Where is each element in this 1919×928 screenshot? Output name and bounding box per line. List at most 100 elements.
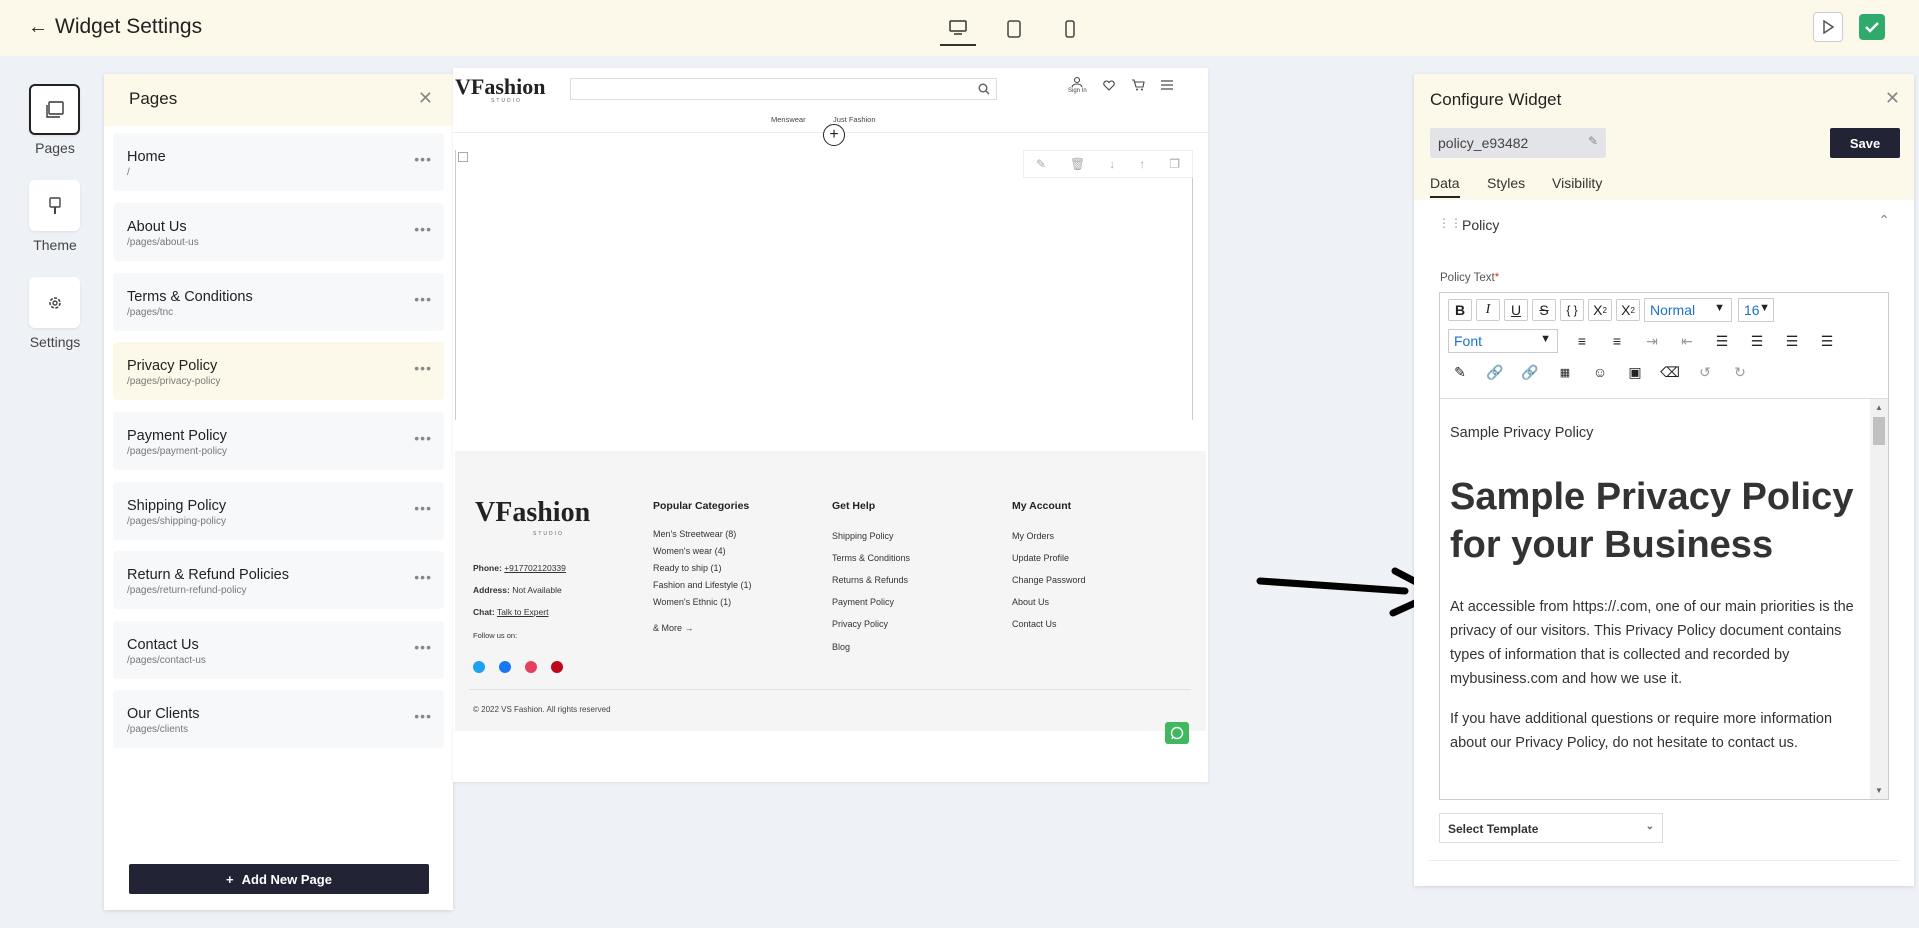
embed-icon[interactable]: ▦ [1553,361,1577,383]
preview-widget-frame[interactable] [455,150,1193,420]
preview-nav-just-fashion[interactable]: Just Fashion [833,115,876,124]
footer-link[interactable]: Returns & Refunds [832,575,908,585]
footer-link[interactable]: Ready to ship (1) [653,563,722,573]
preview-nav-menswear[interactable]: Menswear [771,115,806,124]
image-icon[interactable]: ▣ [1623,361,1647,383]
page-item-contact-us[interactable]: Contact Us /pages/contact-us ••• [113,621,444,679]
ordered-list-icon[interactable]: ≡ [1605,330,1629,352]
footer-link[interactable]: Payment Policy [832,597,894,607]
link-icon[interactable]: 🔗 [1483,361,1507,383]
pinterest-icon[interactable] [551,661,563,673]
code-icon[interactable]: { } [1560,299,1584,321]
close-icon[interactable]: ✕ [1885,88,1900,109]
heading-select[interactable]: Normal ▼ [1644,298,1732,322]
instagram-icon[interactable] [525,661,537,673]
footer-link[interactable]: Women's wear (4) [653,546,726,556]
duplicate-icon[interactable]: ❐ [1169,157,1180,171]
editor-scrollbar[interactable]: ▲ ▼ [1870,399,1888,799]
footer-link[interactable]: Contact Us [1012,619,1057,629]
more-options-icon[interactable]: ••• [414,639,432,655]
twitter-icon[interactable] [473,661,485,673]
move-up-icon[interactable]: ↑ [1139,157,1145,171]
eraser-icon[interactable]: ⌫ [1658,361,1682,383]
save-button[interactable]: Save [1830,128,1900,158]
footer-link[interactable]: Terms & Conditions [832,553,910,563]
footer-logo[interactable]: VFashion [475,497,590,529]
rail-pages-button[interactable] [29,84,80,135]
subscript-icon[interactable]: X2 [1616,299,1640,321]
page-item-about-us[interactable]: About Us /pages/about-us ••• [113,203,444,261]
tablet-view-button[interactable] [996,12,1032,46]
whatsapp-button[interactable] [1165,722,1189,744]
tab-data[interactable]: Data [1430,175,1460,198]
page-item-return-refund[interactable]: Return & Refund Policies /pages/return-r… [113,551,444,609]
drag-handle-icon[interactable]: ⋮⋮ [1438,216,1462,230]
close-icon[interactable]: ✕ [418,88,433,109]
footer-link[interactable]: Women's Ethnic (1) [653,597,731,607]
menu-icon[interactable] [1160,80,1173,90]
unlink-icon[interactable]: 🔗 [1518,361,1542,383]
indent-icon[interactable]: ⇥ [1640,330,1664,352]
move-down-icon[interactable]: ↓ [1109,157,1115,171]
facebook-icon[interactable] [499,661,511,673]
footer-link[interactable]: Men's Streetwear (8) [653,529,736,539]
footer-link[interactable]: Change Password [1012,575,1086,585]
widget-name-field[interactable]: policy_e93482 ✎ [1430,128,1606,158]
footer-link[interactable]: Privacy Policy [832,619,888,629]
desktop-view-button[interactable] [940,12,976,46]
page-item-our-clients[interactable]: Our Clients /pages/clients ••• [113,690,444,748]
footer-link[interactable]: Fashion and Lifestyle (1) [653,580,752,590]
more-options-icon[interactable]: ••• [414,221,432,237]
page-item-privacy-policy[interactable]: Privacy Policy /pages/privacy-policy ••• [113,342,444,400]
more-options-icon[interactable]: ••• [414,291,432,307]
strikethrough-icon[interactable]: S [1532,299,1556,321]
add-widget-plus-icon[interactable]: + [823,124,845,146]
add-new-page-button[interactable]: + Add New Page [129,864,429,894]
scroll-up-icon[interactable]: ▲ [1875,403,1883,412]
more-options-icon[interactable]: ••• [414,360,432,376]
policy-section-title[interactable]: Policy [1462,217,1499,233]
chat-link[interactable]: Talk to Expert [497,607,549,617]
align-left-icon[interactable]: ☰ [1710,330,1734,352]
align-justify-icon[interactable]: ☰ [1815,330,1839,352]
scrollbar-thumb[interactable] [1873,417,1885,445]
align-right-icon[interactable]: ☰ [1780,330,1804,352]
back-arrow-icon[interactable]: ← [28,16,48,39]
select-template-dropdown[interactable]: Select Template ⌄ [1439,813,1663,843]
underline-icon[interactable]: U [1504,299,1528,321]
color-picker-icon[interactable]: ✎ [1448,361,1472,383]
more-options-icon[interactable]: ••• [414,500,432,516]
font-size-select[interactable]: 16 ▼ [1738,298,1774,322]
preview-search-input[interactable] [570,78,997,100]
italic-icon[interactable]: I [1476,299,1500,321]
chevron-up-icon[interactable]: ⌃ [1878,212,1890,229]
footer-link[interactable]: Update Profile [1012,553,1069,563]
pencil-icon[interactable]: ✎ [1588,134,1598,148]
delete-icon[interactable]: 🗑 [1070,157,1085,171]
page-item-payment-policy[interactable]: Payment Policy /pages/payment-policy ••• [113,412,444,470]
page-item-terms[interactable]: Terms & Conditions /pages/tnc ••• [113,273,444,331]
undo-icon[interactable]: ↺ [1693,361,1717,383]
edit-icon[interactable]: ✎ [1036,157,1046,171]
mobile-view-button[interactable] [1052,12,1088,46]
phone-link[interactable]: +917702120339 [504,563,566,573]
align-center-icon[interactable]: ☰ [1745,330,1769,352]
tab-visibility[interactable]: Visibility [1552,175,1602,191]
editor-content[interactable]: Sample Privacy Policy Sample Privacy Pol… [1440,399,1868,799]
page-item-home[interactable]: Home / ••• [113,133,444,191]
heart-icon[interactable] [1102,79,1115,91]
publish-check-button[interactable] [1859,14,1885,40]
page-item-shipping-policy[interactable]: Shipping Policy /pages/shipping-policy •… [113,482,444,540]
more-options-icon[interactable]: ••• [414,430,432,446]
footer-more-link[interactable]: & More → [653,623,694,633]
bold-icon[interactable]: B [1448,299,1472,321]
footer-link[interactable]: Shipping Policy [832,531,894,541]
footer-link[interactable]: My Orders [1012,531,1054,541]
font-family-select[interactable]: Font ▼ [1448,329,1558,353]
unordered-list-icon[interactable]: ≡ [1570,330,1594,352]
preview-play-button[interactable] [1813,12,1843,42]
more-options-icon[interactable]: ••• [414,569,432,585]
superscript-icon[interactable]: X2 [1588,299,1612,321]
more-options-icon[interactable]: ••• [414,151,432,167]
emoji-icon[interactable]: ☺ [1588,361,1612,383]
